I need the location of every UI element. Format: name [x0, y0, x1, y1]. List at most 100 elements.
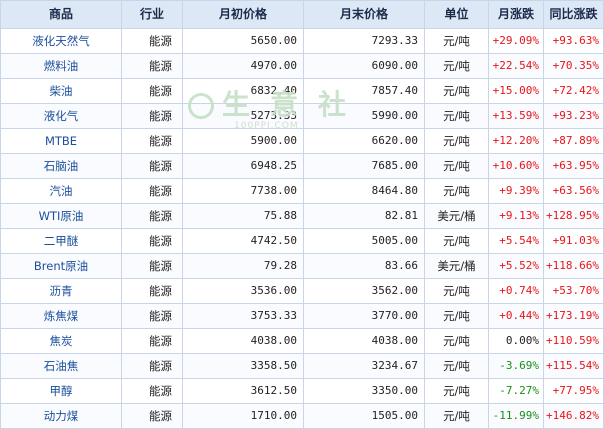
start-price-cell: 4970.00	[182, 53, 304, 79]
unit-cell: 元/吨	[424, 353, 489, 379]
start-price-cell: 5900.00	[182, 128, 304, 154]
unit-cell: 元/吨	[424, 178, 489, 204]
month-change-cell: +15.00%	[488, 78, 544, 104]
end-price-cell: 8464.80	[303, 178, 425, 204]
industry-cell: 能源	[121, 128, 183, 154]
end-price-cell: 7685.00	[303, 153, 425, 179]
industry-cell: 能源	[121, 253, 183, 279]
yoy-change-cell: +146.82%	[543, 403, 604, 429]
header-industry[interactable]: 行业	[121, 0, 183, 29]
table-row[interactable]: 动力煤 能源 1710.00 1505.00 元/吨 -11.99% +146.82%	[0, 403, 604, 429]
unit-cell: 元/吨	[424, 228, 489, 254]
yoy-change-cell: +128.95%	[543, 203, 604, 229]
commodity-name-link[interactable]: WTI原油	[0, 203, 122, 229]
commodity-name-link[interactable]: 石脑油	[0, 153, 122, 179]
commodity-name-link[interactable]: 焦炭	[0, 328, 122, 354]
end-price-cell: 3562.00	[303, 278, 425, 304]
commodity-name-link[interactable]: 燃料油	[0, 53, 122, 79]
start-price-cell: 6832.40	[182, 78, 304, 104]
yoy-change-cell: +93.23%	[543, 103, 604, 129]
table-row[interactable]: 石油焦 能源 3358.50 3234.67 元/吨 -3.69% +115.54%	[0, 353, 604, 379]
commodity-name-link[interactable]: 柴油	[0, 78, 122, 104]
header-yoy-change[interactable]: 同比涨跌	[543, 0, 604, 29]
table-header: 商品 行业 月初价格 月末价格 单位 月涨跌 同比涨跌	[0, 0, 604, 29]
start-price-cell: 79.28	[182, 253, 304, 279]
unit-cell: 美元/桶	[424, 253, 489, 279]
table-row[interactable]: MTBE 能源 5900.00 6620.00 元/吨 +12.20% +87.89%	[0, 128, 604, 154]
month-change-cell: +9.39%	[488, 178, 544, 204]
header-row: 商品 行业 月初价格 月末价格 单位 月涨跌 同比涨跌	[0, 0, 604, 29]
table-row[interactable]: 甲醇 能源 3612.50 3350.00 元/吨 -7.27% +77.95%	[0, 378, 604, 404]
month-change-cell: +12.20%	[488, 128, 544, 154]
header-end-price[interactable]: 月末价格	[303, 0, 425, 29]
unit-cell: 元/吨	[424, 328, 489, 354]
month-change-cell: 0.00%	[488, 328, 544, 354]
yoy-change-cell: +93.63%	[543, 28, 604, 54]
unit-cell: 元/吨	[424, 28, 489, 54]
end-price-cell: 6620.00	[303, 128, 425, 154]
unit-cell: 元/吨	[424, 378, 489, 404]
month-change-cell: +9.13%	[488, 203, 544, 229]
unit-cell: 美元/桶	[424, 203, 489, 229]
industry-cell: 能源	[121, 153, 183, 179]
header-unit[interactable]: 单位	[424, 0, 489, 29]
month-change-cell: +5.54%	[488, 228, 544, 254]
month-change-cell: +0.44%	[488, 303, 544, 329]
table-row[interactable]: 焦炭 能源 4038.00 4038.00 元/吨 0.00% +110.59%	[0, 328, 604, 354]
month-change-cell: +10.60%	[488, 153, 544, 179]
yoy-change-cell: +91.03%	[543, 228, 604, 254]
table-row[interactable]: 沥青 能源 3536.00 3562.00 元/吨 +0.74% +53.70%	[0, 278, 604, 304]
start-price-cell: 3753.33	[182, 303, 304, 329]
end-price-cell: 6090.00	[303, 53, 425, 79]
commodity-price-table: 商品 行业 月初价格 月末价格 单位 月涨跌 同比涨跌 液化天然气 能源 5650.…	[0, 0, 604, 429]
yoy-change-cell: +77.95%	[543, 378, 604, 404]
month-change-cell: +5.52%	[488, 253, 544, 279]
header-month-change[interactable]: 月涨跌	[488, 0, 544, 29]
start-price-cell: 75.88	[182, 203, 304, 229]
table-row[interactable]: 柴油 能源 6832.40 7857.40 元/吨 +15.00% +72.42%	[0, 78, 604, 104]
table-row[interactable]: 燃料油 能源 4970.00 6090.00 元/吨 +22.54% +70.35%	[0, 53, 604, 79]
end-price-cell: 82.81	[303, 203, 425, 229]
table-row[interactable]: 炼焦煤 能源 3753.33 3770.00 元/吨 +0.44% +173.19%	[0, 303, 604, 329]
month-change-cell: +13.59%	[488, 103, 544, 129]
end-price-cell: 5005.00	[303, 228, 425, 254]
table-row[interactable]: 液化天然气 能源 5650.00 7293.33 元/吨 +29.09% +93.63%	[0, 28, 604, 54]
yoy-change-cell: +115.54%	[543, 353, 604, 379]
start-price-cell: 3612.50	[182, 378, 304, 404]
commodity-name-link[interactable]: 液化气	[0, 103, 122, 129]
yoy-change-cell: +72.42%	[543, 78, 604, 104]
header-commodity[interactable]: 商品	[0, 0, 122, 29]
header-start-price[interactable]: 月初价格	[182, 0, 304, 29]
end-price-cell: 1505.00	[303, 403, 425, 429]
end-price-cell: 7293.33	[303, 28, 425, 54]
end-price-cell: 5990.00	[303, 103, 425, 129]
table-row[interactable]: WTI原油 能源 75.88 82.81 美元/桶 +9.13% +128.95%	[0, 203, 604, 229]
unit-cell: 元/吨	[424, 303, 489, 329]
commodity-name-link[interactable]: MTBE	[0, 128, 122, 154]
commodity-name-link[interactable]: Brent原油	[0, 253, 122, 279]
commodity-name-link[interactable]: 甲醇	[0, 378, 122, 404]
commodity-name-link[interactable]: 炼焦煤	[0, 303, 122, 329]
month-change-cell: +0.74%	[488, 278, 544, 304]
table-row[interactable]: Brent原油 能源 79.28 83.66 美元/桶 +5.52% +118.66%	[0, 253, 604, 279]
commodity-name-link[interactable]: 汽油	[0, 178, 122, 204]
commodity-name-link[interactable]: 石油焦	[0, 353, 122, 379]
unit-cell: 元/吨	[424, 128, 489, 154]
table-row[interactable]: 液化气 能源 5273.33 5990.00 元/吨 +13.59% +93.23%	[0, 103, 604, 129]
yoy-change-cell: +63.95%	[543, 153, 604, 179]
commodity-name-link[interactable]: 沥青	[0, 278, 122, 304]
end-price-cell: 3350.00	[303, 378, 425, 404]
table-row[interactable]: 石脑油 能源 6948.25 7685.00 元/吨 +10.60% +63.95%	[0, 153, 604, 179]
commodity-name-link[interactable]: 二甲醚	[0, 228, 122, 254]
yoy-change-cell: +70.35%	[543, 53, 604, 79]
table-row[interactable]: 汽油 能源 7738.00 8464.80 元/吨 +9.39% +63.56%	[0, 178, 604, 204]
table-row[interactable]: 二甲醚 能源 4742.50 5005.00 元/吨 +5.54% +91.03%	[0, 228, 604, 254]
start-price-cell: 4742.50	[182, 228, 304, 254]
industry-cell: 能源	[121, 178, 183, 204]
commodity-name-link[interactable]: 液化天然气	[0, 28, 122, 54]
start-price-cell: 7738.00	[182, 178, 304, 204]
industry-cell: 能源	[121, 328, 183, 354]
yoy-change-cell: +110.59%	[543, 328, 604, 354]
commodity-name-link[interactable]: 动力煤	[0, 403, 122, 429]
industry-cell: 能源	[121, 53, 183, 79]
